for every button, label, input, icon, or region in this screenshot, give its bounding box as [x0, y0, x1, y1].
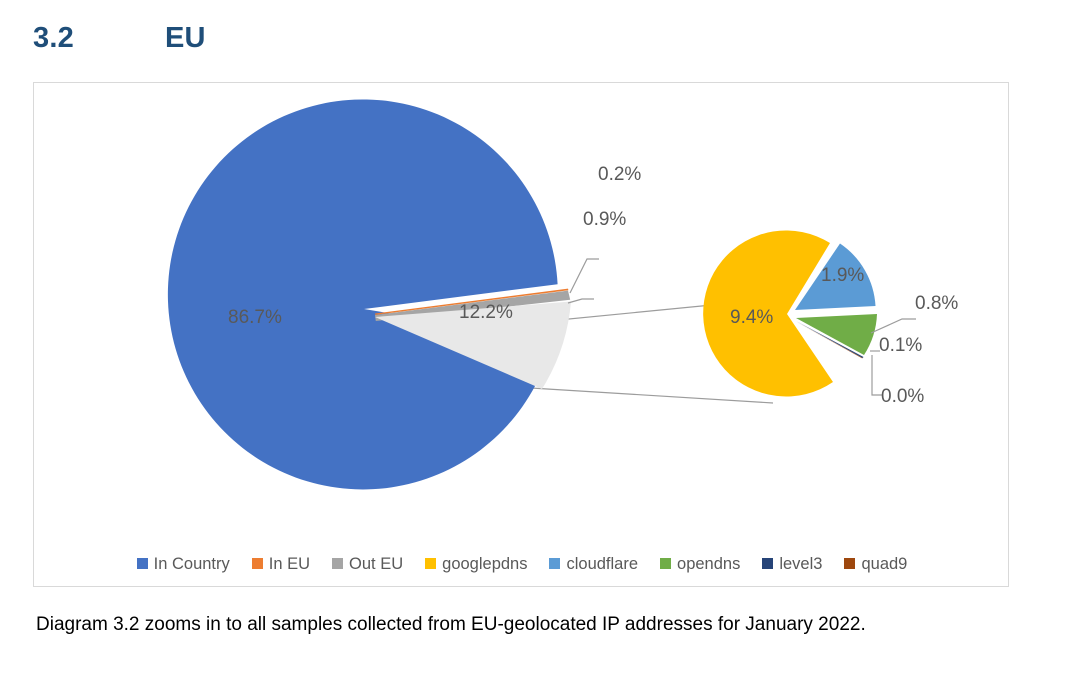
slice-in-country[interactable] [167, 99, 558, 490]
leader-line-in-eu [569, 258, 599, 294]
legend-swatch-googlepdns [425, 558, 437, 570]
label-cloudflare: 1.9% [821, 265, 864, 286]
legend-swatch-opendns [660, 558, 672, 570]
legend-label-googlepdns: googlepdns [442, 554, 528, 573]
legend-label-out-eu: Out EU [349, 554, 404, 573]
thin-slice-leaders [567, 258, 599, 304]
connector-line-bottom [530, 387, 774, 404]
legend-item-out-eu[interactable]: Out EU [332, 554, 404, 573]
legend-label-opendns: opendns [677, 554, 741, 573]
secondary-leaders [870, 318, 916, 396]
legend-item-in-eu[interactable]: In EU [251, 554, 311, 573]
primary-pie: 86.7% 12.2% [167, 99, 571, 490]
page-root: 3.2 EU 86.7% 12.2% 0.2% 0.9% 9.4% 1.9% 0… [0, 0, 1068, 684]
legend-swatch-quad9 [844, 558, 856, 570]
legend-item-cloudflare[interactable]: cloudflare [549, 554, 639, 573]
legend-label-cloudflare: cloudflare [566, 554, 639, 573]
legend-item-level3[interactable]: level3 [762, 554, 823, 573]
heading-number: 3.2 [33, 22, 74, 54]
label-level3: 0.1% [879, 335, 922, 356]
legend-label-level3: level3 [779, 554, 823, 573]
legend-label-in-eu: In EU [268, 554, 311, 573]
figure-caption: Diagram 3.2 zooms in to all samples coll… [36, 614, 866, 635]
label-in-eu: 0.2% [598, 164, 641, 185]
legend-swatch-in-country [136, 558, 148, 570]
pie-of-pie-chart: 86.7% 12.2% 0.2% 0.9% 9.4% 1.9% 0.8% 0.1… [34, 83, 1010, 588]
leader-line-opendns [870, 318, 916, 334]
leader-line-out-eu [567, 298, 594, 304]
legend-item-googlepdns[interactable]: googlepdns [425, 554, 528, 573]
legend-swatch-out-eu [332, 558, 344, 570]
legend-label-quad9: quad9 [861, 554, 908, 573]
legend-label-in-country: In Country [153, 554, 230, 573]
label-googlepdns: 9.4% [730, 307, 773, 328]
page-title: EU [165, 22, 206, 54]
label-out-eu: 0.9% [583, 209, 626, 230]
legend-swatch-level3 [762, 558, 774, 570]
chart-legend: In Country In EU Out EU googlepdns cloud… [34, 554, 1010, 573]
legend-item-in-country[interactable]: In Country [136, 554, 230, 573]
legend-item-opendns[interactable]: opendns [660, 554, 741, 573]
label-opendns: 0.8% [915, 293, 958, 314]
page-heading: 3.2 EU [33, 22, 206, 55]
legend-item-quad9[interactable]: quad9 [844, 554, 908, 573]
label-quad9: 0.0% [881, 386, 924, 407]
label-exploded-total: 12.2% [459, 302, 513, 323]
legend-swatch-cloudflare [549, 558, 561, 570]
label-in-country: 86.7% [228, 307, 282, 328]
chart-container[interactable]: 86.7% 12.2% 0.2% 0.9% 9.4% 1.9% 0.8% 0.1… [33, 82, 1009, 587]
secondary-pie: 9.4% 1.9% [703, 230, 877, 397]
legend-swatch-in-eu [251, 558, 263, 570]
